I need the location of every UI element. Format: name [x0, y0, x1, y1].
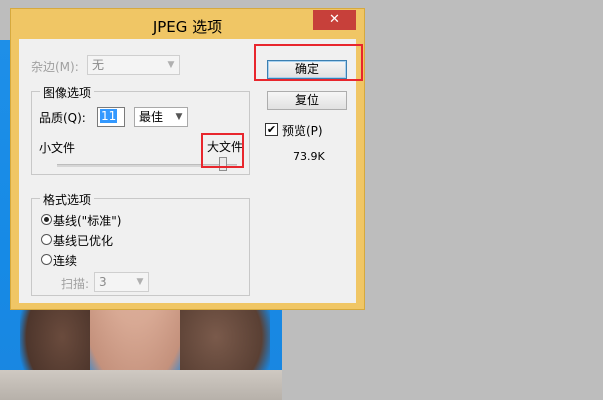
matte-label: 杂边(M):: [31, 60, 79, 74]
scans-value: 3: [99, 275, 107, 289]
close-button[interactable]: ✕: [313, 10, 356, 30]
progressive-label[interactable]: 连续: [53, 252, 77, 269]
reset-button[interactable]: 复位: [267, 91, 347, 110]
matte-select: 无 ▼: [87, 55, 180, 75]
image-options-title: 图像选项: [40, 84, 95, 101]
ok-button-highlight: [254, 44, 363, 81]
baseline-optimized-radio[interactable]: [41, 234, 52, 245]
quality-input[interactable]: 11: [97, 107, 125, 127]
baseline-standard-radio[interactable]: [41, 214, 52, 225]
quality-label: 品质(Q):: [39, 111, 86, 125]
chevron-down-icon: ▼: [136, 277, 144, 287]
chevron-down-icon: ▼: [167, 60, 175, 70]
check-icon: ✔: [266, 123, 277, 136]
file-size-readout: 73.9K: [293, 150, 325, 163]
small-file-label: 小文件: [39, 141, 76, 155]
quality-preset-select[interactable]: 最佳 ▼: [134, 107, 188, 127]
matte-value: 无: [92, 58, 105, 72]
large-file-highlight: [201, 133, 244, 168]
preview-label[interactable]: 预览(P): [282, 122, 323, 139]
scans-label: 扫描:: [61, 277, 90, 291]
close-icon: ✕: [329, 12, 340, 27]
scans-select: 3 ▼: [94, 272, 149, 292]
preview-checkbox[interactable]: ✔: [265, 123, 278, 136]
baseline-optimized-label[interactable]: 基线已优化: [53, 232, 113, 249]
baseline-standard-label[interactable]: 基线("标准"): [53, 212, 121, 229]
dialog-title: JPEG 选项: [152, 18, 223, 36]
quality-preset-value: 最佳: [139, 110, 164, 124]
quality-value: 11: [100, 109, 118, 123]
format-options-title: 格式选项: [40, 191, 95, 208]
chevron-down-icon: ▼: [175, 112, 183, 122]
dialog-titlebar[interactable]: JPEG 选项 ✕: [11, 9, 364, 39]
photo-sweater: [0, 370, 282, 400]
progressive-radio[interactable]: [41, 254, 52, 265]
